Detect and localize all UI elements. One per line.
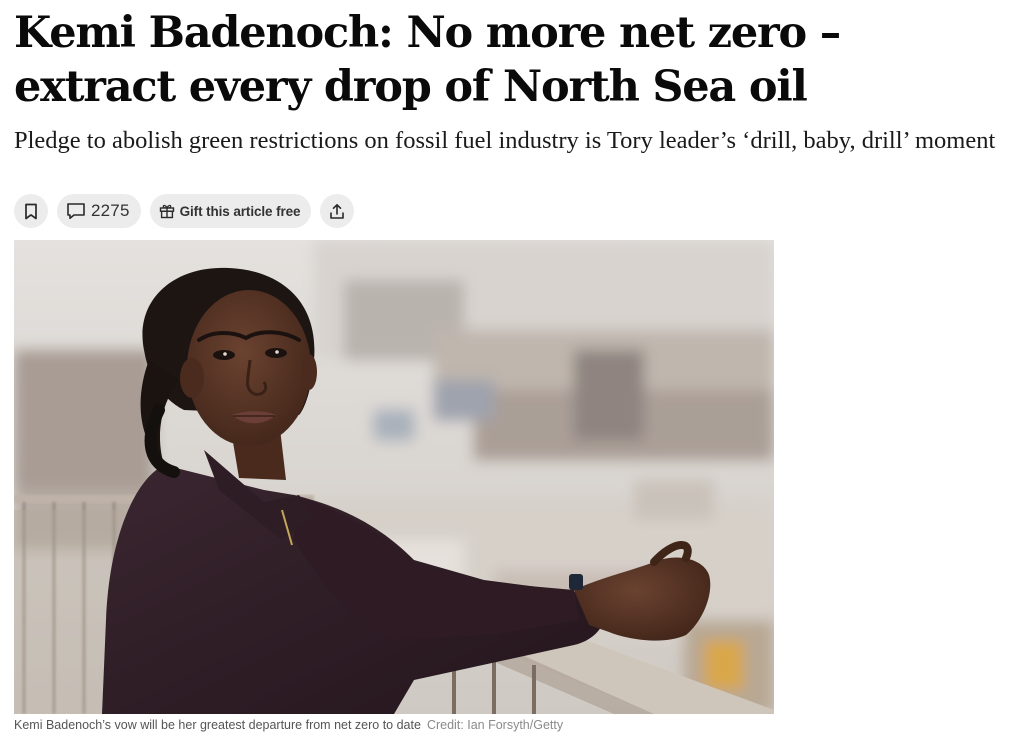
bookmark-icon: [24, 203, 38, 220]
share-button[interactable]: [320, 194, 355, 228]
gift-article-label: Gift this article free: [179, 203, 301, 219]
share-icon: [329, 203, 345, 220]
article-toolbar: 2275 Gift this article free: [14, 194, 355, 228]
bookmark-button[interactable]: [14, 194, 48, 228]
comment-count: 2275: [91, 201, 130, 220]
photo-caption: Kemi Badenoch’s vow will be her greatest…: [14, 718, 421, 732]
comments-button[interactable]: 2275: [57, 194, 141, 228]
article-headline: Kemi Badenoch: No more net zero – extrac…: [14, 8, 841, 112]
photo-credit: Credit: Ian Forsyth/Getty: [426, 718, 564, 732]
article-standfirst: Pledge to abolish green restrictions on …: [14, 127, 996, 154]
photo-caption-block: Kemi Badenoch’s vow will be her greatest…: [14, 718, 563, 732]
article-photo: [14, 240, 774, 714]
gift-icon: [159, 203, 175, 219]
comment-icon: [66, 202, 86, 220]
gift-article-button[interactable]: Gift this article free: [149, 194, 312, 228]
